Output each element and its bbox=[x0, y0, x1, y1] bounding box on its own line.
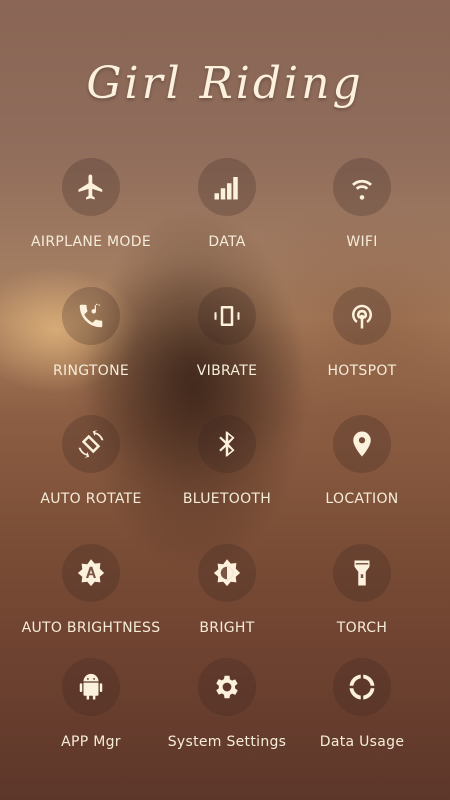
tile-data-usage[interactable]: Data Usage bbox=[287, 658, 437, 750]
tile-torch[interactable]: TORCH bbox=[287, 544, 437, 636]
tile-wifi[interactable]: WIFI bbox=[287, 158, 437, 250]
tile-hotspot[interactable]: HOTSPOT bbox=[287, 287, 437, 379]
tile-label: System Settings bbox=[167, 734, 287, 750]
tile-label: RINGTONE bbox=[53, 363, 129, 379]
tile-airplane-mode[interactable]: AIRPLANE MODE bbox=[16, 158, 166, 250]
tile-system-settings[interactable]: System Settings bbox=[152, 658, 302, 750]
tile-label: BLUETOOTH bbox=[182, 491, 272, 507]
tile-label: DATA bbox=[208, 234, 246, 250]
tile-label: Data Usage bbox=[319, 734, 405, 750]
tile-label: WIFI bbox=[346, 234, 378, 250]
tile-bluetooth[interactable]: BLUETOOTH bbox=[152, 415, 302, 507]
tile-label: TORCH bbox=[336, 620, 388, 636]
tile-vibrate[interactable]: VIBRATE bbox=[152, 287, 302, 379]
vibrate-icon bbox=[198, 287, 256, 345]
tile-label: AUTO ROTATE bbox=[40, 491, 142, 507]
tile-bright[interactable]: BRIGHT bbox=[152, 544, 302, 636]
tile-label: BRIGHT bbox=[199, 620, 255, 636]
tile-data[interactable]: DATA bbox=[152, 158, 302, 250]
tile-auto-brightness[interactable]: AUTO BRIGHTNESS bbox=[16, 544, 166, 636]
tile-ringtone[interactable]: RINGTONE bbox=[16, 287, 166, 379]
signal-bars-icon bbox=[198, 158, 256, 216]
tile-label: VIBRATE bbox=[196, 363, 258, 379]
toggle-grid: AIRPLANE MODE DATA WIFI RINGTONE VIBRATE… bbox=[0, 0, 450, 800]
ringtone-icon bbox=[62, 287, 120, 345]
wifi-icon bbox=[333, 158, 391, 216]
tile-auto-rotate[interactable]: AUTO ROTATE bbox=[16, 415, 166, 507]
bluetooth-icon bbox=[198, 415, 256, 473]
gear-icon bbox=[198, 658, 256, 716]
tile-label: AIRPLANE MODE bbox=[31, 234, 151, 250]
brightness-icon bbox=[198, 544, 256, 602]
tile-label: HOTSPOT bbox=[327, 363, 397, 379]
auto-rotate-icon bbox=[62, 415, 120, 473]
android-icon bbox=[62, 658, 120, 716]
tile-label: AUTO BRIGHTNESS bbox=[21, 620, 161, 636]
data-usage-ring-icon bbox=[333, 658, 391, 716]
tile-app-mgr[interactable]: APP Mgr bbox=[16, 658, 166, 750]
hotspot-icon bbox=[333, 287, 391, 345]
torch-icon bbox=[333, 544, 391, 602]
tile-label: APP Mgr bbox=[61, 734, 121, 750]
tile-label: LOCATION bbox=[325, 491, 399, 507]
airplane-icon bbox=[62, 158, 120, 216]
location-pin-icon bbox=[333, 415, 391, 473]
auto-brightness-icon bbox=[62, 544, 120, 602]
tile-location[interactable]: LOCATION bbox=[287, 415, 437, 507]
